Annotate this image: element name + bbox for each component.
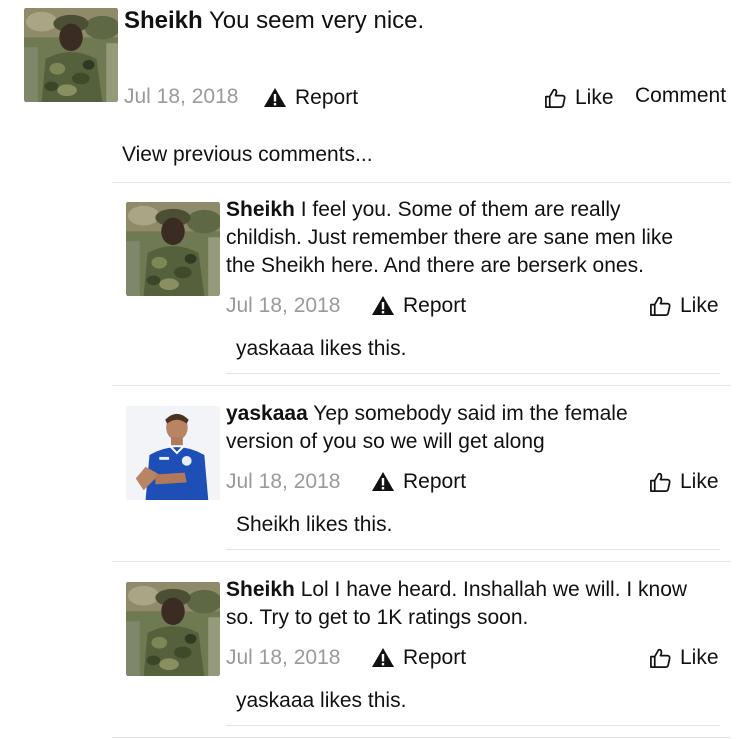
report-button[interactable]: Report <box>371 470 466 494</box>
comment-text: version of you so we will get along <box>226 430 545 453</box>
warning-icon <box>263 86 287 110</box>
thumbs-up-icon <box>544 87 567 110</box>
report-label: Report <box>295 86 359 109</box>
comment-label: Comment <box>635 84 727 107</box>
like-label: Like <box>680 646 719 669</box>
divider <box>112 561 730 562</box>
like-label: Like <box>575 86 614 109</box>
comment-text: childish. Just remember there are sane m… <box>226 226 674 249</box>
comment-body: Sheikh Lol I have heard. Inshallah we wi… <box>226 576 726 632</box>
warning-icon <box>371 294 395 318</box>
comment-text: Lol I have heard. Inshallah we will. I k… <box>300 578 688 601</box>
thumbs-up-icon <box>649 471 672 494</box>
comment-date: Jul 18, 2018 <box>226 646 341 669</box>
comment-text: I feel you. Some of them are really <box>300 198 621 221</box>
divider <box>226 373 720 374</box>
comment-body: yaskaaa Yep somebody said im the female … <box>226 400 726 456</box>
comment-text: the Sheikh here. And there are berserk o… <box>226 254 644 277</box>
avatar[interactable] <box>126 201 220 297</box>
report-label: Report <box>403 294 467 317</box>
comment-text: Yep somebody said im the female <box>313 402 628 425</box>
divider <box>112 385 730 386</box>
likes-summary[interactable]: yaskaaa likes this. <box>236 337 406 361</box>
report-button[interactable]: Report <box>263 86 358 110</box>
comment-body: Sheikh I feel you. Some of them are real… <box>226 196 726 280</box>
like-label: Like <box>680 294 719 317</box>
comment-author[interactable]: yaskaaa <box>226 402 308 425</box>
divider <box>226 725 720 726</box>
likes-summary[interactable]: Sheikh likes this. <box>236 513 392 537</box>
avatar[interactable] <box>126 405 220 501</box>
avatar-image <box>24 7 118 103</box>
comment-date: Jul 18, 2018 <box>226 470 341 493</box>
report-button[interactable]: Report <box>371 294 466 318</box>
like-label: Like <box>680 470 719 493</box>
report-label: Report <box>403 470 467 493</box>
post-text: You seem very nice. <box>208 7 425 34</box>
comment-author[interactable]: Sheikh <box>226 578 295 601</box>
thumbs-up-icon <box>649 295 672 318</box>
avatar-image <box>126 201 220 297</box>
view-previous-comments-link[interactable]: View previous comments... <box>122 143 373 167</box>
warning-icon <box>371 470 395 494</box>
post-author[interactable]: Sheikh <box>124 7 203 34</box>
like-button[interactable]: Like <box>649 470 719 494</box>
avatar[interactable] <box>126 581 220 677</box>
likes-summary[interactable]: yaskaaa likes this. <box>236 689 406 713</box>
post-date: Jul 18, 2018 <box>124 85 239 108</box>
divider <box>112 737 730 738</box>
warning-icon <box>371 646 395 670</box>
divider <box>112 182 730 183</box>
like-button[interactable]: Like <box>544 86 614 110</box>
comment-button[interactable]: Comment <box>635 84 726 108</box>
comment-author[interactable]: Sheikh <box>226 198 295 221</box>
like-button[interactable]: Like <box>649 294 719 318</box>
divider <box>226 549 720 550</box>
report-button[interactable]: Report <box>371 646 466 670</box>
thumbs-up-icon <box>649 647 672 670</box>
post-content: Sheikh You seem very nice. <box>124 6 424 36</box>
avatar-image <box>126 581 220 677</box>
comment-text: so. Try to get to 1K ratings soon. <box>226 606 529 629</box>
like-button[interactable]: Like <box>649 646 719 670</box>
comment-date: Jul 18, 2018 <box>226 294 341 317</box>
avatar[interactable] <box>24 7 118 103</box>
avatar-image <box>126 405 220 501</box>
report-label: Report <box>403 646 467 669</box>
